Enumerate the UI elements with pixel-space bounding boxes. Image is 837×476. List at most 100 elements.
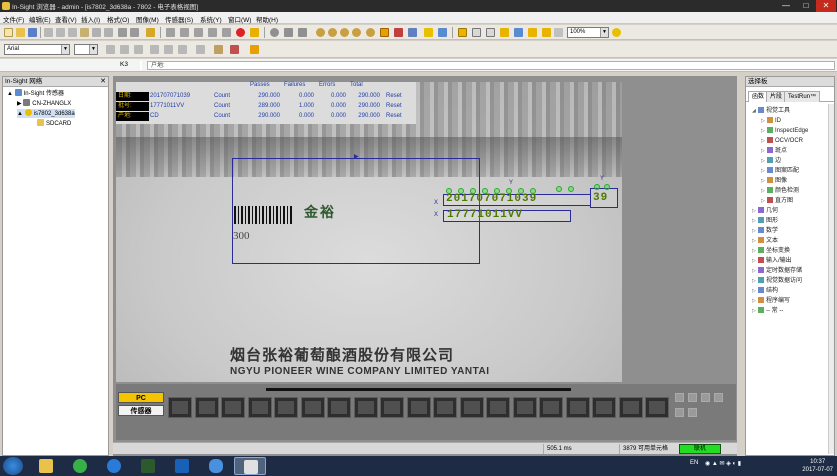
open-folder-icon[interactable] <box>16 28 25 37</box>
palette-item[interactable]: ▷ 斑点 <box>761 147 787 156</box>
zoom-fill-icon[interactable] <box>352 28 361 37</box>
online-toggle-icon[interactable] <box>166 28 175 37</box>
font-color-icon[interactable] <box>230 45 239 54</box>
font-select[interactable]: Arial ▼ <box>4 44 70 55</box>
cut-icon[interactable] <box>56 28 65 37</box>
italic-icon[interactable] <box>120 45 129 54</box>
palette-item[interactable]: ▷ 直方图 <box>761 197 793 206</box>
camera-icon[interactable] <box>146 28 155 37</box>
filmstrip-thumbnail[interactable] <box>512 397 537 418</box>
live-video-icon[interactable] <box>194 28 203 37</box>
palette-item[interactable]: ▷ ID <box>761 117 781 126</box>
align-left-icon[interactable] <box>150 45 159 54</box>
reset-button[interactable]: Reset <box>386 102 402 111</box>
tray-language[interactable]: EN <box>690 460 698 466</box>
record-frame-icon[interactable] <box>675 408 684 417</box>
cell-reference[interactable]: K3 <box>120 61 128 68</box>
taskbar-explorer[interactable] <box>30 457 62 475</box>
filmstrip-thumbnail[interactable] <box>459 397 484 418</box>
align-center-icon[interactable] <box>164 45 173 54</box>
undo-icon[interactable] <box>92 28 101 37</box>
filmstrip-thumbnail[interactable] <box>274 397 298 418</box>
record-icon[interactable] <box>236 28 245 37</box>
palette-item[interactable]: ▷ 视觉数据访问 <box>752 277 802 286</box>
filmstrip-thumbnail[interactable] <box>300 397 325 418</box>
palette-item[interactable]: ▷ 定时数据存储 <box>752 267 802 276</box>
help-icon[interactable] <box>554 28 563 37</box>
step-icon[interactable] <box>208 28 217 37</box>
layout-2-icon[interactable] <box>472 28 481 37</box>
menu-format[interactable]: 格式(O) <box>107 14 129 24</box>
taskbar-app-s[interactable] <box>132 457 164 475</box>
sensor-source-button[interactable]: 传感器 <box>118 405 164 416</box>
spreadsheet-icon[interactable] <box>438 28 447 37</box>
pc-source-button[interactable]: PC <box>118 392 164 403</box>
filmstrip-thumbnail[interactable] <box>592 397 616 418</box>
person-icon[interactable] <box>542 28 551 37</box>
filmstrip-thumbnail[interactable] <box>539 397 563 418</box>
filmstrip-thumbnail[interactable] <box>327 397 351 418</box>
zoom-select[interactable]: 100% ▼ <box>567 27 609 38</box>
underline-icon[interactable] <box>134 45 143 54</box>
collapse-icon[interactable]: ▲ <box>7 91 13 97</box>
palette-item[interactable]: ▷ 文本 <box>752 237 778 246</box>
expand-icon[interactable]: ▶ <box>17 101 22 107</box>
font-size-select[interactable]: ▼ <box>74 44 98 55</box>
overlay-icon[interactable] <box>408 28 417 37</box>
palette-item[interactable]: ▷ 图案匹配 <box>761 167 799 176</box>
tree-item-sensors[interactable]: ▲ In-Sight 传感器 <box>7 89 64 98</box>
align-right-icon[interactable] <box>178 45 187 54</box>
palette-item[interactable]: ▷ 程序编写 <box>752 297 790 306</box>
taskbar-media[interactable] <box>64 457 96 475</box>
count-link[interactable]: Count <box>214 102 230 111</box>
copy-icon[interactable] <box>68 28 77 37</box>
menu-help[interactable]: 帮助(H) <box>256 14 278 24</box>
palette-item[interactable]: ▷ OCV/OCR <box>761 137 803 146</box>
palette-item[interactable]: ▷ 输入/输出 <box>752 257 792 266</box>
filmstrip-thumbnail[interactable] <box>486 397 510 418</box>
layout-5-icon[interactable] <box>514 28 523 37</box>
minimize-button[interactable]: — <box>776 0 796 12</box>
menu-insert[interactable]: 插入(I) <box>81 14 100 24</box>
last-frame-icon[interactable] <box>714 393 723 402</box>
taskbar-insight[interactable] <box>234 457 266 475</box>
lock-icon[interactable] <box>250 28 259 37</box>
count-link[interactable]: Count <box>214 92 230 101</box>
bold-icon[interactable] <box>106 45 115 54</box>
menu-edit[interactable]: 编辑(E) <box>29 14 51 24</box>
filmstrip-thumbnail[interactable] <box>645 397 669 418</box>
menu-window[interactable]: 窗口(W) <box>228 14 251 24</box>
fill-color-icon[interactable] <box>214 45 223 54</box>
inspection-image[interactable]: 金裕 300 烟台张裕葡萄酿酒股份有限公司 NGYU PIONEER WINE … <box>116 82 622 382</box>
redo-icon[interactable] <box>104 28 113 37</box>
start-button[interactable] <box>3 457 23 475</box>
palette-item[interactable]: ▷ 坐标变换 <box>752 247 790 256</box>
palette-item[interactable]: ▷ 颜色检测 <box>761 187 799 196</box>
trigger-icon[interactable] <box>180 28 189 37</box>
zoom-in-icon[interactable] <box>316 28 325 37</box>
zoom-apply-icon[interactable] <box>612 28 621 37</box>
layout-4-icon[interactable] <box>500 28 509 37</box>
palette-item[interactable]: ▷ 图像 <box>761 177 787 186</box>
circle-tool-icon[interactable] <box>270 28 279 37</box>
paste-icon[interactable] <box>80 28 89 37</box>
menu-file[interactable]: 文件(F) <box>3 14 24 24</box>
palette-item[interactable]: ▷ 几何 <box>752 207 778 216</box>
palette-item[interactable]: ▷ -- 常 -- <box>752 307 783 316</box>
menu-sensor[interactable]: 传感器(S) <box>165 14 193 24</box>
filmstrip-thumbnail[interactable] <box>353 397 378 418</box>
palette-item[interactable]: ▷ InspectEdge <box>761 127 808 136</box>
filmstrip-thumbnail[interactable] <box>406 397 431 418</box>
custom-view-icon[interactable] <box>424 28 433 37</box>
palette-scrollbar[interactable] <box>828 104 834 454</box>
play-icon[interactable] <box>222 28 231 37</box>
count-link[interactable]: Count <box>214 112 230 121</box>
layout-1-icon[interactable] <box>458 28 467 37</box>
taskbar-ie[interactable] <box>98 457 130 475</box>
filmstrip-thumbnail[interactable] <box>247 397 272 418</box>
close-icon[interactable]: ✕ <box>100 77 106 87</box>
print-icon[interactable] <box>44 28 53 37</box>
play-frame-icon[interactable] <box>688 408 697 417</box>
tab-functions[interactable]: 函数 <box>748 91 769 102</box>
reset-button[interactable]: Reset <box>386 112 402 121</box>
